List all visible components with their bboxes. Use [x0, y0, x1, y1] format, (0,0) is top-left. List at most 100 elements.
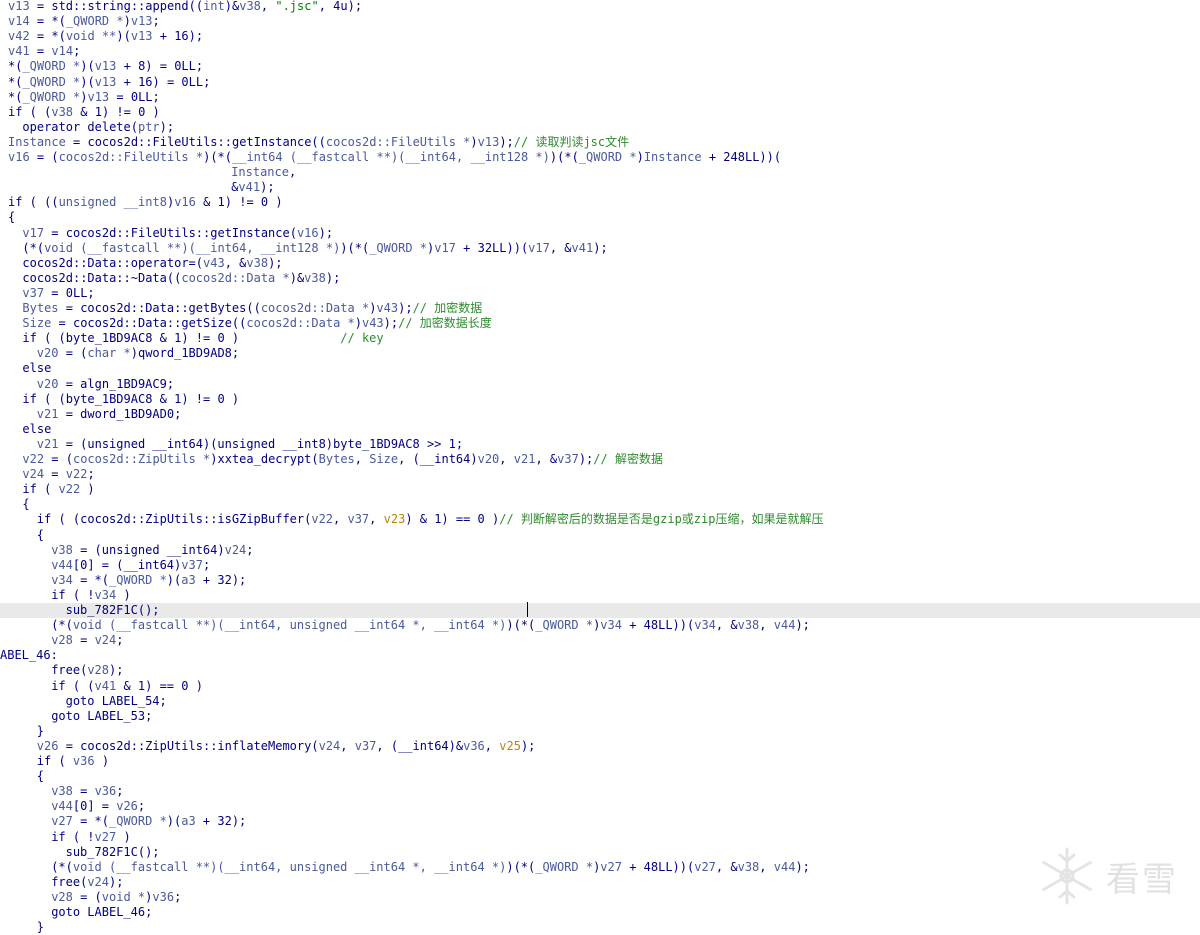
- code-token: if ( (: [8, 104, 52, 119]
- code-token: operator delete(: [22, 119, 138, 134]
- code-token: v42: [8, 29, 30, 44]
- code-line[interactable]: v20 = (char *)qword_1BD9AD8;: [0, 346, 1200, 361]
- code-line[interactable]: *(_QWORD *)v13 = 0LL;: [0, 90, 1200, 105]
- code-line[interactable]: v42 = *(void **)(v13 + 16);: [0, 29, 1200, 44]
- code-token: v13: [130, 14, 153, 29]
- code-line[interactable]: if ( (v41 & 1) == 0 ): [0, 679, 1200, 694]
- code-line[interactable]: else: [0, 361, 1200, 376]
- code-token: cocos2d::Data *: [246, 316, 355, 331]
- code-line[interactable]: free(v28);: [0, 663, 1200, 678]
- code-line[interactable]: v26 = cocos2d::ZipUtils::inflateMemory(v…: [0, 739, 1200, 754]
- code-line[interactable]: v28 = v24;: [0, 633, 1200, 648]
- code-line[interactable]: {: [0, 769, 1200, 784]
- code-line[interactable]: if ( !v27 ): [0, 830, 1200, 845]
- code-line[interactable]: }: [0, 724, 1200, 739]
- code-token: )(*(: [506, 618, 536, 633]
- code-line[interactable]: {: [0, 528, 1200, 543]
- code-line[interactable]: if ( (byte_1BD9AC8 & 1) != 0 ): [0, 392, 1200, 407]
- code-line[interactable]: (*(void (__fastcall **)(__int64, unsigne…: [0, 860, 1200, 875]
- code-line[interactable]: operator delete(ptr);: [0, 120, 1200, 135]
- code-line[interactable]: v37 = 0LL;: [0, 286, 1200, 301]
- code-line[interactable]: if ( !v34 ): [0, 588, 1200, 603]
- code-line[interactable]: cocos2d::Data::operator=(v43, &v38);: [0, 256, 1200, 271]
- code-line[interactable]: v44[0] = (__int64)v37;: [0, 558, 1200, 573]
- code-line[interactable]: else: [0, 422, 1200, 437]
- code-token: goto LABEL_54;: [65, 693, 167, 708]
- code-token: );: [318, 225, 334, 240]
- code-token: ,: [759, 618, 774, 633]
- code-line[interactable]: &v41);: [0, 180, 1200, 195]
- code-line[interactable]: (*(void (__fastcall **)(__int64, __int12…: [0, 241, 1200, 256]
- code-line[interactable]: v34 = *(_QWORD *)(a3 + 32);: [0, 573, 1200, 588]
- code-line[interactable]: goto LABEL_46;: [0, 905, 1200, 920]
- code-line[interactable]: {: [0, 497, 1200, 512]
- code-line[interactable]: *(_QWORD *)(v13 + 8) = 0LL;: [0, 59, 1200, 74]
- code-line[interactable]: v38 = v36;: [0, 784, 1200, 799]
- code-token: v24: [87, 874, 109, 889]
- code-token: v24: [22, 467, 45, 482]
- code-line[interactable]: v38 = (unsigned __int64)v24;: [0, 543, 1200, 558]
- code-token: // 加密数据长度: [398, 316, 492, 331]
- code-token: ,: [484, 738, 500, 753]
- code-token: = *(: [72, 572, 109, 587]
- code-token: v17: [22, 225, 45, 240]
- code-line[interactable]: goto LABEL_54;: [0, 694, 1200, 709]
- code-token: ;: [116, 784, 124, 799]
- code-line[interactable]: if ( (v38 & 1) != 0 ): [0, 105, 1200, 120]
- code-line[interactable]: v14 = *(_QWORD *)v13;: [0, 14, 1200, 29]
- code-line[interactable]: if ( (cocos2d::ZipUtils::isGZipBuffer(v2…: [0, 512, 1200, 527]
- code-token: =: [44, 467, 66, 482]
- pseudocode-view[interactable]: v13 = std::string::append((int)&v38, ".j…: [0, 0, 1200, 934]
- code-token: void (__fastcall **)(__int64, unsigned _…: [72, 859, 507, 874]
- code-token: v37: [557, 452, 579, 466]
- code-line[interactable]: (*(void (__fastcall **)(__int64, unsigne…: [0, 618, 1200, 633]
- code-line[interactable]: v20 = algn_1BD9AC9;: [0, 377, 1200, 392]
- code-token: void (__fastcall **)(__int64, __int128 *…: [44, 240, 341, 255]
- code-line[interactable]: goto LABEL_53;: [0, 709, 1200, 724]
- code-line[interactable]: v21 = dword_1BD9AD0;: [0, 407, 1200, 422]
- code-line[interactable]: v24 = v22;: [0, 467, 1200, 482]
- code-token: )(: [166, 572, 182, 587]
- code-line[interactable]: v16 = (cocos2d::FileUtils *)(*(__int64 (…: [0, 150, 1200, 165]
- code-token: ,: [499, 452, 514, 466]
- code-line[interactable]: {: [0, 210, 1200, 225]
- code-line[interactable]: Instance = cocos2d::FileUtils::getInstan…: [0, 135, 1200, 150]
- code-token: free(: [51, 874, 88, 889]
- code-line[interactable]: v27 = *(_QWORD *)(a3 + 32);: [0, 814, 1200, 829]
- code-token: Instance: [231, 165, 289, 180]
- code-token: ,: [333, 512, 348, 527]
- code-token: )xxtea_decrypt(: [210, 452, 319, 466]
- code-token: v25: [499, 738, 521, 753]
- code-token: _QWORD *: [578, 150, 637, 164]
- code-token: _QWORD *: [109, 814, 167, 829]
- code-line[interactable]: free(v24);: [0, 875, 1200, 890]
- code-line[interactable]: v28 = (void *)v36;: [0, 890, 1200, 905]
- code-line[interactable]: ABEL_46:: [0, 648, 1200, 663]
- code-token: v22: [22, 452, 45, 466]
- code-line[interactable]: if ( v22 ): [0, 482, 1200, 497]
- code-line[interactable]: sub_782F1C();: [0, 845, 1200, 860]
- code-line[interactable]: v22 = (cocos2d::ZipUtils *)xxtea_decrypt…: [0, 452, 1200, 467]
- code-token: = (: [72, 889, 102, 904]
- code-line[interactable]: if ( (byte_1BD9AC8 & 1) != 0 ) // key: [0, 331, 1200, 346]
- code-token: v41: [571, 240, 594, 255]
- code-token: );: [499, 134, 514, 149]
- code-line[interactable]: v13 = std::string::append((int)&v38, ".j…: [0, 0, 1200, 14]
- code-line[interactable]: v44[0] = v26;: [0, 799, 1200, 814]
- code-line[interactable]: v41 = v14;: [0, 44, 1200, 59]
- code-line[interactable]: v17 = cocos2d::FileUtils::getInstance(v1…: [0, 226, 1200, 241]
- code-line[interactable]: sub_782F1C();: [0, 603, 1200, 619]
- code-token: ;: [137, 799, 146, 814]
- code-line[interactable]: v21 = (unsigned __int64)(unsigned __int8…: [0, 437, 1200, 452]
- code-line[interactable]: cocos2d::Data::~Data((cocos2d::Data *)&v…: [0, 271, 1200, 286]
- code-line[interactable]: *(_QWORD *)(v13 + 16) = 0LL;: [0, 75, 1200, 90]
- code-token: v34: [694, 618, 716, 633]
- code-token: ,: [260, 0, 276, 13]
- code-token: + 32);: [195, 572, 247, 587]
- code-line[interactable]: if ( ((unsigned __int8)v16 & 1) != 0 ): [0, 195, 1200, 210]
- code-line[interactable]: Size = cocos2d::Data::getSize((cocos2d::…: [0, 316, 1200, 331]
- code-token: v38: [51, 542, 73, 557]
- code-line[interactable]: Bytes = cocos2d::Data::getBytes((cocos2d…: [0, 301, 1200, 316]
- code-line[interactable]: Instance,: [0, 165, 1200, 180]
- code-line[interactable]: if ( v36 ): [0, 754, 1200, 769]
